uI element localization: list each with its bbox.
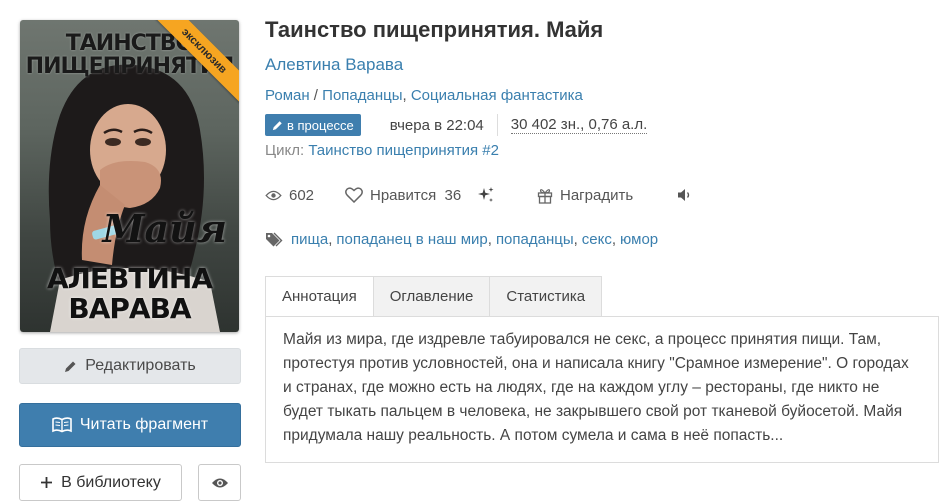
magic-button[interactable] bbox=[477, 186, 537, 204]
genre-list: Роман / Попаданцы, Социальная фантастика bbox=[265, 87, 583, 104]
tab-statistics[interactable]: Статистика bbox=[490, 276, 603, 317]
views-counter: 602 bbox=[265, 187, 345, 204]
annotation-panel: Майя из мира, где издревле табуировался … bbox=[265, 316, 939, 463]
book-cover[interactable]: ТАИНСТВО ПИЩЕПРИНЯТИЯ Майя АЛЕВТИНА ВАРА… bbox=[20, 20, 239, 332]
tab-contents[interactable]: Оглавление bbox=[373, 276, 491, 317]
genre-link[interactable]: Роман bbox=[265, 87, 310, 104]
tab-bar: Аннотация Оглавление Статистика bbox=[265, 276, 603, 317]
heart-icon bbox=[345, 187, 363, 203]
genre-link[interactable]: Социальная фантастика bbox=[411, 87, 583, 104]
pencil-icon bbox=[272, 120, 283, 131]
speaker-icon bbox=[677, 188, 693, 202]
eye-icon bbox=[211, 477, 229, 489]
tag-link[interactable]: попаданец в наш мир bbox=[336, 231, 487, 248]
sparkles-icon bbox=[477, 186, 495, 204]
exclusive-ribbon: эксклюзив bbox=[150, 20, 239, 105]
tag-link[interactable]: пища bbox=[291, 231, 328, 248]
plus-icon bbox=[40, 476, 53, 489]
genre-link[interactable]: Попаданцы bbox=[322, 87, 402, 104]
tag-link[interactable]: юмор bbox=[620, 231, 658, 248]
open-book-icon bbox=[52, 417, 72, 433]
add-to-library-button[interactable]: В библиотеку bbox=[19, 464, 182, 501]
tag-list: пища, попаданец в наш мир, попаданцы, се… bbox=[265, 231, 658, 248]
divider bbox=[496, 114, 498, 136]
status-badge: в процессе bbox=[265, 114, 361, 136]
action-bar: 602 Нравится 36 Наградить bbox=[265, 184, 700, 206]
tag-link[interactable]: секс bbox=[582, 231, 612, 248]
author-link[interactable]: Алевтина Варава bbox=[265, 55, 403, 75]
gift-icon bbox=[537, 187, 553, 204]
read-fragment-button[interactable]: Читать фрагмент bbox=[19, 403, 241, 447]
cover-character-name: Майя bbox=[102, 206, 227, 251]
tab-annotation[interactable]: Аннотация bbox=[265, 276, 374, 317]
updated-time: вчера в 22:04 bbox=[389, 116, 484, 134]
annotation-text: Майя из мира, где издревле табуировался … bbox=[283, 331, 909, 444]
edit-button[interactable]: Редактировать bbox=[19, 348, 241, 384]
tags-icon bbox=[265, 231, 285, 248]
tag-link[interactable]: попаданцы bbox=[496, 231, 574, 248]
book-title: Таинство пищепринятия. Майя bbox=[265, 17, 604, 42]
like-button[interactable]: Нравится 36 bbox=[345, 187, 477, 204]
award-button[interactable]: Наградить bbox=[537, 187, 677, 204]
pencil-icon bbox=[64, 360, 77, 373]
cover-author-text: АЛЕВТИНА ВАРАВА bbox=[46, 262, 213, 325]
text-size: 30 402 зн., 0,76 а.л. bbox=[510, 116, 648, 134]
cycle-label: Цикл: bbox=[265, 142, 305, 159]
cycle-link[interactable]: Таинство пищепринятия #2 bbox=[308, 142, 499, 159]
cycle-info: Цикл: Таинство пищепринятия #2 bbox=[265, 142, 499, 159]
eye-icon bbox=[265, 190, 282, 201]
listen-button[interactable] bbox=[677, 188, 700, 202]
status-row: в процессе вчера в 22:04 30 402 зн., 0,7… bbox=[265, 113, 648, 137]
watch-button[interactable] bbox=[198, 464, 241, 501]
